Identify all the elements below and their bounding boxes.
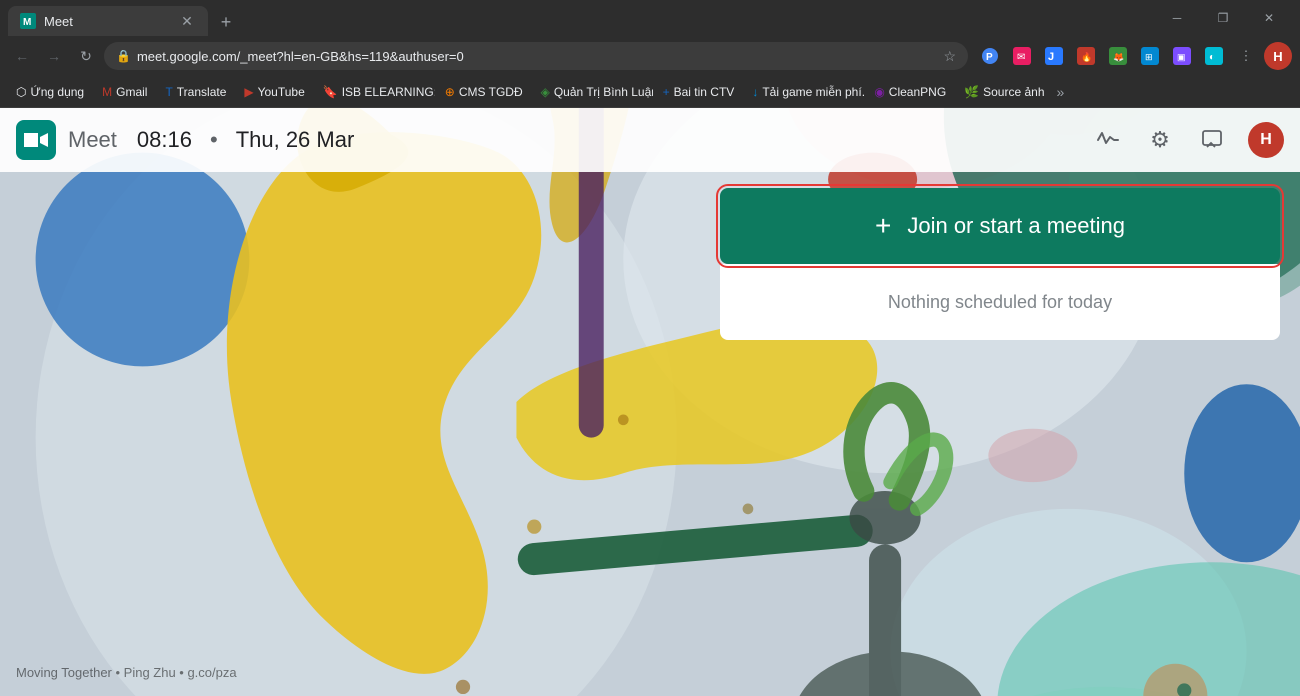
ext-icon-8[interactable]: ◐ [1200,42,1228,70]
bookmarks-more-icon[interactable]: » [1057,84,1065,100]
bookmark-taigame-label: Tải game miễn phí... [762,85,864,99]
bookmark-cms[interactable]: ⊕ CMS TGDĐ [437,82,531,102]
ext-icon-1[interactable]: P [976,42,1004,70]
join-meeting-label: Join or start a meeting [907,213,1125,239]
window-controls: ─ ❐ ✕ [1154,0,1292,36]
tab-favicon: M [20,13,36,29]
bookmark-isb-label: ISB ELEARNING: Lo... [342,85,435,99]
ext-icon-3[interactable]: J [1040,42,1068,70]
close-button[interactable]: ✕ [1246,0,1292,36]
activity-button[interactable] [1088,120,1128,160]
tab-title-text: Meet [44,14,170,29]
url-text: meet.google.com/_meet?hl=en-GB&hs=119&au… [137,49,937,64]
tab-close-btn[interactable]: ✕ [178,12,196,30]
maximize-button[interactable]: ❐ [1200,0,1246,36]
artwork-attribution: Moving Together • Ping Zhu • g.co/pza [16,665,237,680]
ext-icon-4[interactable]: 🔥 [1072,42,1100,70]
settings-icon: ⚙ [1150,127,1170,153]
title-bar: M Meet ✕ + ─ ❐ ✕ [0,0,1300,36]
navigation-bar: ← → ↻ 🔒 meet.google.com/_meet?hl=en-GB&h… [0,36,1300,76]
bookmark-gmail[interactable]: M Gmail [94,82,155,102]
lock-icon: 🔒 [116,49,131,63]
join-plus-icon: + [875,210,891,242]
meet-clock: 08:16 [137,127,192,153]
gmail-icon: M [102,85,112,99]
back-button[interactable]: ← [8,42,36,70]
bookmark-quantri-label: Quản Trị Bình Luận [554,85,653,99]
isb-icon: 🔖 [323,85,338,99]
reload-button[interactable]: ↻ [72,42,100,70]
bookmark-youtube-label: YouTube [258,85,305,99]
svg-text:P: P [986,52,993,63]
chrome-window: M Meet ✕ + ─ ❐ ✕ ← → ↻ 🔒 meet.google.com… [0,0,1300,696]
bookmark-cleanpng[interactable]: ◉ CleanPNG [866,82,954,102]
svg-text:✉: ✉ [1017,52,1025,63]
minimize-button[interactable]: ─ [1154,0,1200,36]
svg-text:🔥: 🔥 [1081,51,1092,62]
svg-text:M: M [23,17,31,28]
tab-bar: M Meet ✕ + [8,0,1154,36]
no-schedule-text: Nothing scheduled for today [888,292,1112,313]
quantri-icon: ◈ [541,85,550,99]
youtube-icon: ▶ [244,85,253,99]
profile-avatar-button[interactable]: H [1264,42,1292,70]
bookmark-translate[interactable]: T Translate [157,82,234,102]
user-avatar[interactable]: H [1248,122,1284,158]
meet-date: Thu, 26 Mar [236,127,355,153]
ext-icon-6[interactable]: ⊞ [1136,42,1164,70]
bookmark-youtube[interactable]: ▶ YouTube [236,82,312,102]
ext-icon-5[interactable]: 🦊 [1104,42,1132,70]
address-bar[interactable]: 🔒 meet.google.com/_meet?hl=en-GB&hs=119&… [104,42,968,70]
bookmark-source[interactable]: 🌿 Source ảnh [956,82,1052,102]
bookmark-source-label: Source ảnh [983,85,1044,99]
bookmark-isb[interactable]: 🔖 ISB ELEARNING: Lo... [315,82,435,102]
cms-icon: ⊕ [445,85,455,99]
forward-button[interactable]: → [40,42,68,70]
right-panel: + Join or start a meeting Nothing schedu… [720,188,1280,340]
feedback-button[interactable] [1192,120,1232,160]
bookmark-quan-tri[interactable]: ◈ Quản Trị Bình Luận [533,82,653,102]
more-actions-icon[interactable]: ⋮ [1232,42,1260,70]
bookmarks-bar: ⬡ Ứng dụng M Gmail T Translate ▶ YouTube… [0,76,1300,108]
settings-button[interactable]: ⚙ [1140,120,1180,160]
join-meeting-button[interactable]: + Join or start a meeting [720,188,1280,264]
active-tab[interactable]: M Meet ✕ [8,6,208,36]
meet-header: Meet 08:16 • Thu, 26 Mar ⚙ [0,108,1300,172]
meet-app-title: Meet [68,127,117,153]
browser-extensions: P ✉ J 🔥 🦊 ⊞ ▣ ◐ ⋮ H [976,42,1292,70]
bookmark-baitin-label: Bai tin CTV [674,85,735,99]
ext-icon-7[interactable]: ▣ [1168,42,1196,70]
svg-text:▣: ▣ [1177,52,1186,62]
bookmark-apps[interactable]: ⬡ Ứng dụng [8,82,92,102]
translate-icon: T [165,85,172,99]
cleanpng-icon: ◉ [874,85,884,99]
meet-logo [16,120,56,160]
bookmark-star-icon[interactable]: ☆ [943,48,956,65]
schedule-panel: Nothing scheduled for today [720,264,1280,340]
new-tab-button[interactable]: + [212,8,240,36]
bookmark-bai-tin[interactable]: + Bai tin CTV [655,82,743,102]
attribution-text: Moving Together • Ping Zhu • g.co/pza [16,665,237,680]
baitin-icon: + [663,85,670,99]
bookmark-apps-label: Ứng dụng [30,85,84,99]
svg-text:🦊: 🦊 [1113,52,1124,62]
svg-text:⊞: ⊞ [1145,52,1153,62]
bookmark-translate-label: Translate [177,85,227,99]
svg-text:◐: ◐ [1209,52,1215,63]
bookmark-cms-label: CMS TGDĐ [459,85,523,99]
source-icon: 🌿 [964,85,979,99]
bookmark-gmail-label: Gmail [116,85,147,99]
meet-dot-separator: • [210,127,218,153]
apps-icon: ⬡ [16,85,26,99]
bookmark-cleanpng-label: CleanPNG [889,85,946,99]
bookmark-tai-game[interactable]: ↓ Tải game miễn phí... [744,82,864,102]
ext-icon-2[interactable]: ✉ [1008,42,1036,70]
svg-text:J: J [1048,51,1054,63]
page-content: Meet 08:16 • Thu, 26 Mar ⚙ [0,108,1300,696]
taigame-icon: ↓ [752,85,758,99]
